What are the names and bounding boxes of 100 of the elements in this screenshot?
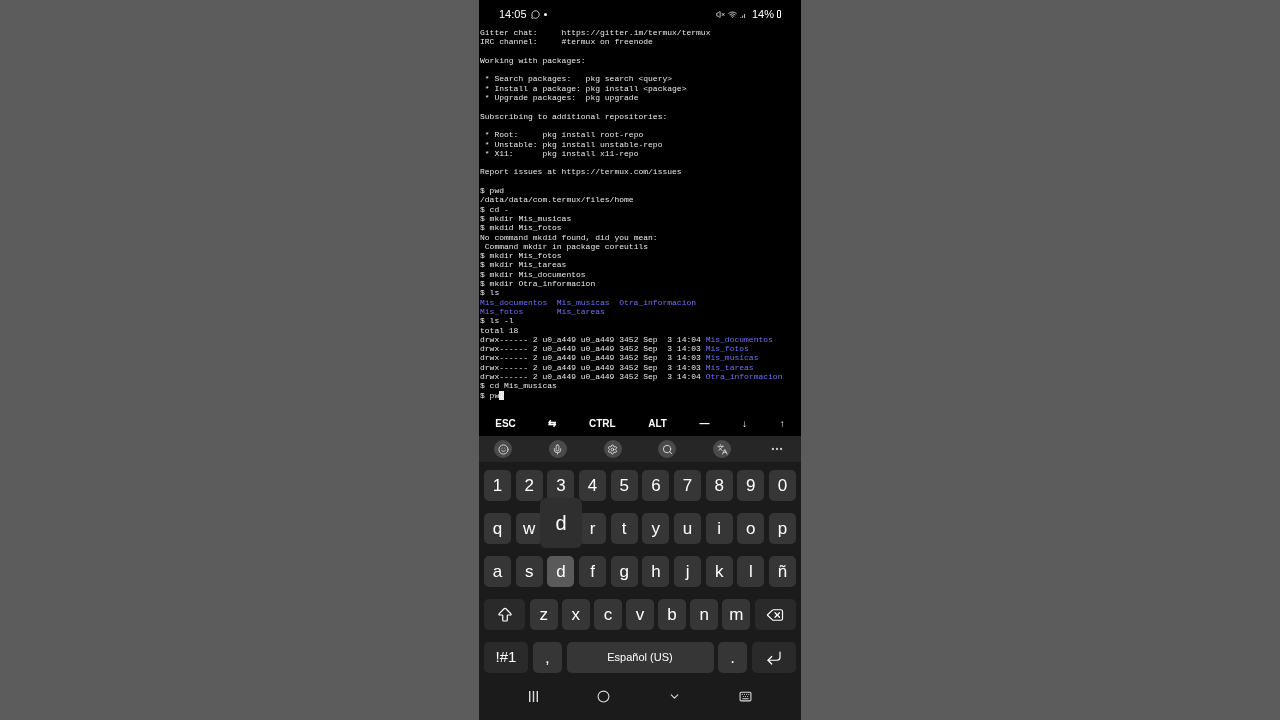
keyboard-key[interactable]: 2	[515, 470, 543, 501]
settings-icon[interactable]	[603, 440, 622, 458]
terminal-text: $ cd -	[480, 204, 509, 214]
directory-name: Mis_tareas	[556, 306, 606, 317]
translate-icon[interactable]	[713, 440, 732, 458]
terminal-text: $ mkdid Mis_fotos	[480, 223, 562, 233]
extra-key[interactable]: ESC	[491, 415, 520, 431]
keyboard-key[interactable]: z	[529, 599, 558, 630]
terminal-text: No command mkdid found, did you mean:	[480, 232, 658, 242]
keyboard-key[interactable]: 9	[737, 470, 765, 501]
terminal-text: * Upgrade packages: pkg upgrade	[483, 93, 639, 103]
extra-key[interactable]: ALT	[644, 415, 671, 431]
directory-name: Otra_informacion	[705, 372, 783, 382]
terminal-text: * Install a package: pkg install <package>	[483, 83, 687, 94]
keyboard-key[interactable]: d	[547, 556, 575, 587]
keyboard-key[interactable]: k	[705, 556, 733, 587]
extra-key[interactable]: ⇆	[544, 415, 561, 431]
keyboard-key[interactable]: g	[610, 556, 638, 587]
keyboard-key[interactable]: ñ	[768, 556, 797, 587]
keyboard-key[interactable]: f	[578, 556, 607, 587]
directory-name: Mis_tareas	[705, 362, 754, 372]
key-preview-tooltip: d	[540, 498, 582, 548]
terminal-text: $ mkdir Mis_documentos	[480, 269, 586, 279]
terminal-text: drwx------ 2 u0_a449 u0_a449 3452 Sep 3 14:03	[480, 344, 701, 354]
terminal-text: Report issues at https://termux.com/issues	[480, 167, 682, 177]
mute-icon	[715, 9, 725, 19]
terminal-text: Command mkdir in package coreutils	[483, 241, 649, 252]
terminal-text: * Root: pkg install root-repo	[483, 130, 644, 140]
text-cursor	[499, 390, 504, 400]
terminal-text: total 18	[480, 325, 519, 335]
keyboard-key[interactable]: 0	[768, 470, 797, 501]
terminal-text: $ mkdir Mis_tareas	[480, 260, 567, 270]
keyboard-key[interactable]: a	[484, 556, 512, 587]
keyboard-key[interactable]: 7	[673, 470, 702, 501]
terminal-text: Subscribing to additional repositories:	[480, 111, 668, 121]
keyboard-key[interactable]: y	[642, 513, 670, 544]
symbols-key[interactable]: !#1	[484, 642, 529, 673]
keyboard-key[interactable]: p	[768, 513, 797, 544]
keyboard-key[interactable]: 1	[484, 470, 512, 501]
terminal-text: * Unstable: pkg install unstable-repo	[483, 139, 663, 149]
shift-key[interactable]	[484, 599, 526, 630]
directory-name: Mis_fotos	[705, 344, 749, 354]
keyboard-key[interactable]: b	[658, 599, 686, 630]
keyboard-icon[interactable]	[739, 690, 752, 703]
terminal-text: IRC channel: #termux on freenode	[480, 37, 653, 47]
terminal-text: $ ls	[480, 288, 500, 298]
keyboard-key[interactable]: ,	[532, 642, 562, 673]
keyboard-key[interactable]: x	[562, 599, 590, 630]
shift-icon	[495, 605, 514, 624]
recents-icon[interactable]	[528, 691, 539, 702]
terminal-text: $ ls -l	[480, 316, 514, 326]
terminal-text: Working with packages:	[480, 55, 586, 66]
extra-key[interactable]: ↓	[738, 415, 752, 431]
wifi-icon	[727, 9, 737, 19]
keyboard-key[interactable]: n	[690, 599, 718, 630]
directory-name: Mis_fotos	[480, 306, 525, 317]
directory-name: Mis_musicas	[556, 297, 611, 307]
keyboard-key[interactable]: 6	[642, 470, 670, 501]
extra-key[interactable]: —	[695, 415, 714, 431]
directory-name: Mis_musicas	[705, 353, 759, 363]
keyboard-key[interactable]: i	[705, 513, 733, 544]
directory-name: Mis_documentos	[705, 334, 773, 345]
battery-percent: 14%	[751, 6, 774, 22]
keyboard-key[interactable]: h	[642, 556, 670, 587]
directory-name: Mis_documentos	[480, 297, 549, 307]
search-icon[interactable]	[658, 440, 677, 458]
keyboard-key[interactable]: l	[737, 556, 765, 587]
keyboard-key[interactable]: j	[673, 556, 702, 587]
home-icon[interactable]	[597, 690, 610, 703]
keyboard-key[interactable]: 4	[578, 470, 607, 501]
extra-key[interactable]: ↑	[775, 415, 789, 431]
keyboard-key[interactable]: v	[626, 599, 654, 630]
terminal-text: $ pw	[480, 390, 500, 400]
keyboard-key[interactable]: m	[722, 599, 751, 630]
keyboard-key[interactable]: s	[515, 556, 543, 587]
terminal-text: drwx------ 2 u0_a449 u0_a449 3452 Sep 3 14:03	[480, 362, 701, 372]
terminal-text: * X11: pkg install x11-repo	[483, 148, 639, 159]
keyboard-key[interactable]: 5	[610, 470, 638, 501]
terminal-text: * Search packages: pkg search <query>	[483, 74, 673, 84]
terminal-text: /data/data/com.termux/files/home	[480, 195, 634, 205]
keyboard-key[interactable]: 8	[705, 470, 733, 501]
space-key[interactable]: Español (US)	[566, 642, 714, 673]
backspace-key[interactable]	[754, 599, 796, 630]
keyboard-key[interactable]: u	[673, 513, 702, 544]
terminal-text: Gitter chat: https://gitter.im/termux/termux	[480, 28, 711, 38]
chat-icon	[530, 9, 540, 19]
keyboard-key[interactable]: .	[718, 642, 748, 673]
emoji-icon[interactable]	[494, 440, 512, 458]
keyboard-key[interactable]: w	[515, 513, 543, 544]
keyboard-key[interactable]: t	[610, 513, 638, 544]
terminal-text: $ mkdir Mis_musicas	[480, 213, 572, 224]
extra-key[interactable]: CTRL	[585, 415, 620, 431]
enter-key[interactable]	[751, 642, 796, 673]
terminal-text: drwx------ 2 u0_a449 u0_a449 3452 Sep 3 14:04	[480, 372, 701, 382]
keyboard-key[interactable]: c	[594, 599, 622, 630]
keyboard-key[interactable]: o	[737, 513, 765, 544]
status-time: 14:05	[499, 6, 527, 22]
terminal-text: $ mkdir Mis_fotos	[480, 251, 562, 261]
keyboard-key[interactable]: q	[484, 513, 512, 544]
microphone-icon[interactable]	[548, 440, 567, 458]
